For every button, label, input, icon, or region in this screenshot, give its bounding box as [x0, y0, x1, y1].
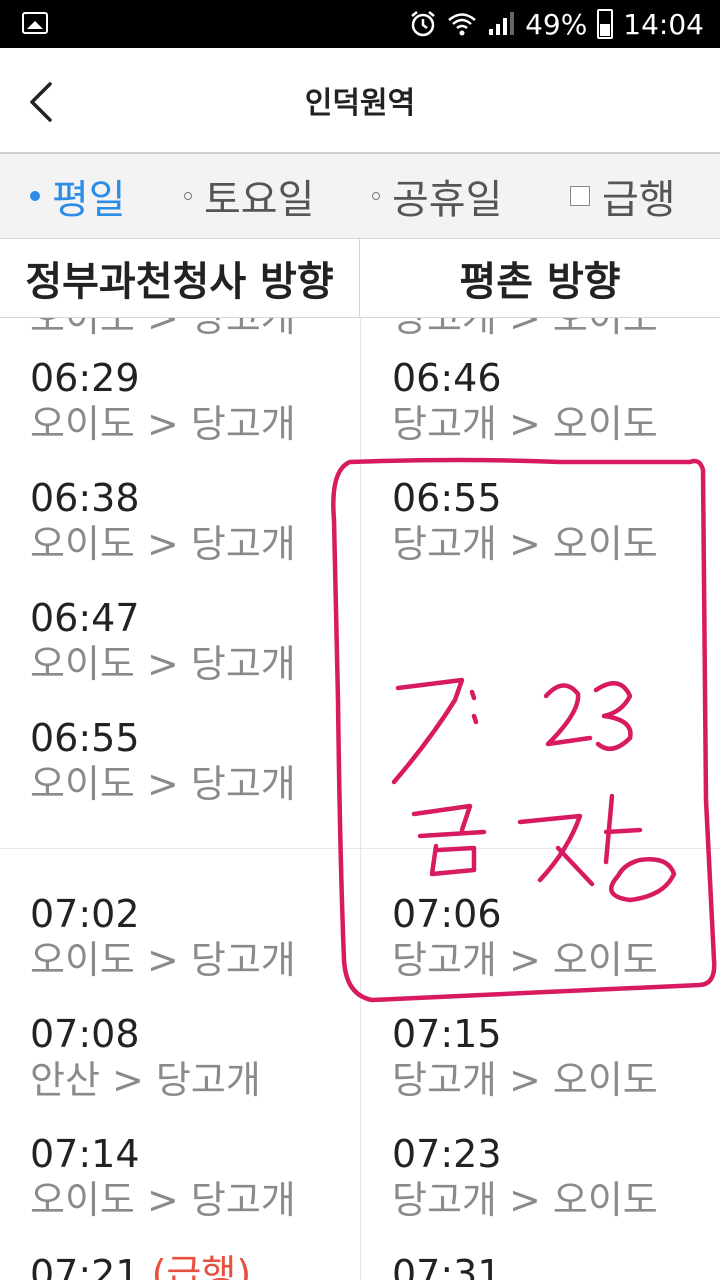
- timetable-list[interactable]: 오이도 > 당고개 당고개 > 오이도 06:29 오이도 > 당고개 06:3…: [0, 318, 720, 1280]
- express-filter-checkbox[interactable]: 급행: [570, 154, 676, 238]
- route-text: 오이도 > 당고개: [30, 762, 296, 806]
- list-item[interactable]: 06:47 오이도 > 당고개: [30, 596, 296, 688]
- app-header: 인덕원역: [0, 48, 720, 152]
- route-text: 오이도 > 당고개: [30, 402, 296, 446]
- direction-right: 평촌 방향: [459, 259, 621, 305]
- selected-dot-icon: [30, 191, 40, 201]
- list-item[interactable]: 06:29 오이도 > 당고개: [30, 356, 296, 448]
- departure-time: 07:14: [30, 1132, 140, 1176]
- route-text: 당고개 > 오이도: [392, 522, 658, 566]
- list-item[interactable]: 07:23 당고개 > 오이도: [392, 1132, 658, 1224]
- clock: 14:04: [623, 7, 704, 41]
- departure-time: 06:38: [30, 476, 140, 520]
- route-text: 오이도 > 당고개: [30, 1178, 296, 1222]
- route-text: 오이도 > 당고개: [30, 938, 296, 982]
- tab-saturday-label: 토요일: [204, 177, 315, 223]
- unselected-dot-icon: [372, 192, 380, 200]
- route-text: 당고개 > 오이도: [392, 318, 658, 340]
- tab-holiday[interactable]: 공휴일: [372, 154, 502, 238]
- list-item[interactable]: 07:31: [392, 1252, 502, 1280]
- unselected-dot-icon: [184, 192, 192, 200]
- departure-time: 07:08: [30, 1012, 140, 1056]
- route-text: 당고개 > 오이도: [392, 1178, 658, 1222]
- departure-time: 07:31: [392, 1252, 502, 1280]
- wifi-icon: [448, 13, 476, 36]
- departure-time: 06:29: [30, 356, 140, 400]
- list-item[interactable]: 당고개 > 오이도: [392, 318, 658, 338]
- battery-icon: [597, 9, 614, 39]
- route-text: 오이도 > 당고개: [30, 642, 296, 686]
- route-text: 당고개 > 오이도: [392, 938, 658, 982]
- alarm-icon: [411, 11, 435, 37]
- departure-time: 06:55: [30, 716, 140, 760]
- list-item[interactable]: 07:21 (급행): [30, 1252, 251, 1280]
- list-item[interactable]: 07:15 당고개 > 오이도: [392, 1012, 658, 1104]
- route-text: 오이도 > 당고개: [30, 318, 296, 340]
- departure-time: 06:55: [392, 476, 502, 520]
- list-item[interactable]: 06:38 오이도 > 당고개: [30, 476, 296, 568]
- tab-weekday-label: 평일: [52, 177, 126, 223]
- day-type-tabs: 평일 토요일 공휴일 급행: [0, 154, 720, 239]
- checkbox-icon: [570, 186, 590, 206]
- route-text: 당고개 > 오이도: [392, 1058, 658, 1102]
- tab-holiday-label: 공휴일: [392, 177, 503, 223]
- departure-time: 07:06: [392, 892, 502, 936]
- departure-time: 06:47: [30, 596, 140, 640]
- departure-time: 06:46: [392, 356, 502, 400]
- tab-saturday[interactable]: 토요일: [184, 154, 314, 238]
- status-bar: 49% 14:04: [0, 0, 720, 48]
- route-text: 안산 > 당고개: [30, 1058, 261, 1102]
- list-item[interactable]: 07:08 안산 > 당고개: [30, 1012, 261, 1104]
- column-divider: [360, 318, 361, 1280]
- battery-percent: 49%: [525, 7, 588, 41]
- list-item[interactable]: 06:46 당고개 > 오이도: [392, 356, 658, 448]
- departure-time-row: 07:21 (급행): [30, 1252, 251, 1280]
- list-item[interactable]: 오이도 > 당고개: [30, 318, 296, 338]
- direction-left: 정부과천청사 방향: [25, 259, 334, 305]
- route-text: 오이도 > 당고개: [30, 522, 296, 566]
- route-text: 당고개 > 오이도: [392, 402, 658, 446]
- departure-time: 07:15: [392, 1012, 502, 1056]
- list-item[interactable]: 06:55 당고개 > 오이도: [392, 476, 658, 568]
- list-item[interactable]: 06:55 오이도 > 당고개: [30, 716, 296, 808]
- page-title: 인덕원역: [304, 86, 416, 121]
- departure-time: 07:23: [392, 1132, 502, 1176]
- tab-weekday[interactable]: 평일: [30, 154, 126, 238]
- departure-time: 07:21: [30, 1252, 140, 1280]
- list-item[interactable]: 07:14 오이도 > 당고개: [30, 1132, 296, 1224]
- list-item[interactable]: 07:02 오이도 > 당고개: [30, 892, 296, 984]
- express-filter-label: 급행: [602, 177, 676, 223]
- list-item[interactable]: 07:06 당고개 > 오이도: [392, 892, 658, 984]
- direction-headers: 정부과천청사 방향 평촌 방향: [0, 239, 720, 318]
- express-badge: (급행): [151, 1252, 252, 1280]
- hour-divider: [0, 848, 720, 849]
- departure-time: 07:02: [30, 892, 140, 936]
- signal-icon: [489, 12, 515, 35]
- gallery-icon: [22, 12, 48, 34]
